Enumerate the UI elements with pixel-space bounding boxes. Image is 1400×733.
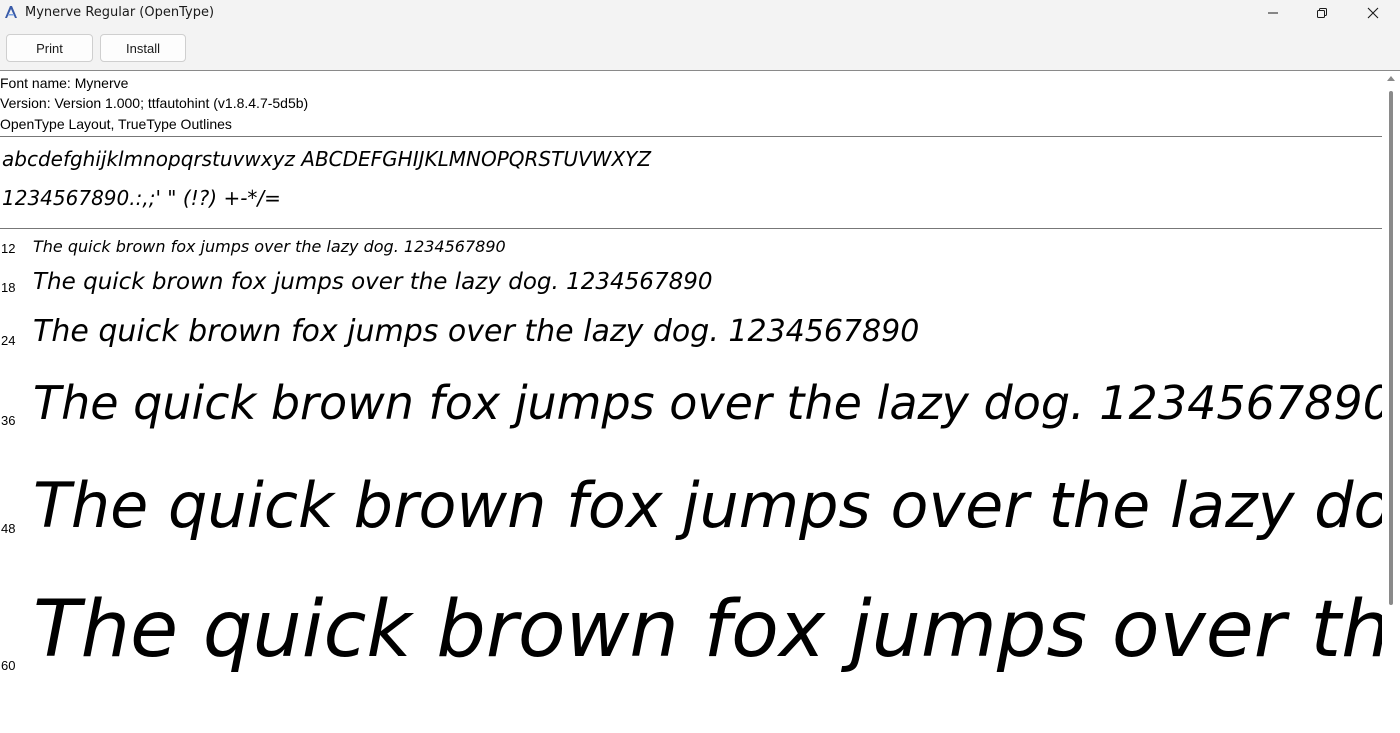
size-label-24: 24	[1, 333, 16, 348]
sample-text-18: The quick brown fox jumps over the lazy …	[33, 269, 713, 295]
size-label-48: 48	[1, 521, 16, 536]
sample-text-60: The quick brown fox jumps over the lazy …	[33, 585, 1382, 675]
install-button[interactable]: Install	[100, 34, 186, 62]
window-title: Mynerve Regular (OpenType)	[25, 5, 215, 20]
print-button[interactable]: Print	[6, 34, 93, 62]
font-name-text: Font name: Mynerve	[0, 75, 129, 91]
size-label-18: 18	[1, 280, 16, 295]
divider	[0, 136, 1382, 137]
scroll-thumb[interactable]	[1389, 91, 1393, 605]
font-type-text: OpenType Layout, TrueType Outlines	[0, 116, 232, 132]
font-viewer-window: Mynerve Regular (OpenType) Print Install…	[0, 0, 1400, 733]
sample-text-12: The quick brown fox jumps over the lazy …	[33, 237, 506, 256]
sample-text-36: The quick brown fox jumps over the lazy …	[33, 376, 1382, 430]
font-file-icon	[3, 4, 19, 20]
size-label-60: 60	[1, 658, 16, 673]
sample-text-48: The quick brown fox jumps over the lazy …	[33, 469, 1382, 542]
title-bar[interactable]: Mynerve Regular (OpenType)	[0, 0, 1400, 26]
size-label-36: 36	[1, 413, 16, 428]
scroll-up-arrow-icon[interactable]	[1387, 76, 1395, 81]
font-preview-area[interactable]: Font name: Mynerve Version: Version 1.00…	[0, 71, 1382, 733]
vertical-scrollbar[interactable]	[1382, 71, 1400, 733]
restore-icon	[1316, 4, 1328, 23]
charset-symbols: 1234567890.:,;' " (!?) +-*/=	[2, 186, 281, 210]
toolbar: Print Install	[0, 26, 1400, 71]
charset-letters: abcdefghijklmnopqrstuvwxyz ABCDEFGHIJKLM…	[2, 147, 652, 171]
divider	[0, 228, 1382, 229]
size-label-12: 12	[1, 241, 16, 256]
font-version-text: Version: Version 1.000; ttfautohint (v1.…	[0, 95, 309, 111]
minimize-button[interactable]	[1250, 0, 1296, 26]
close-button[interactable]	[1350, 0, 1396, 26]
restore-button[interactable]	[1299, 0, 1345, 26]
minimize-icon	[1267, 4, 1279, 23]
sample-text-24: The quick brown fox jumps over the lazy …	[33, 314, 920, 349]
close-icon	[1367, 4, 1379, 23]
